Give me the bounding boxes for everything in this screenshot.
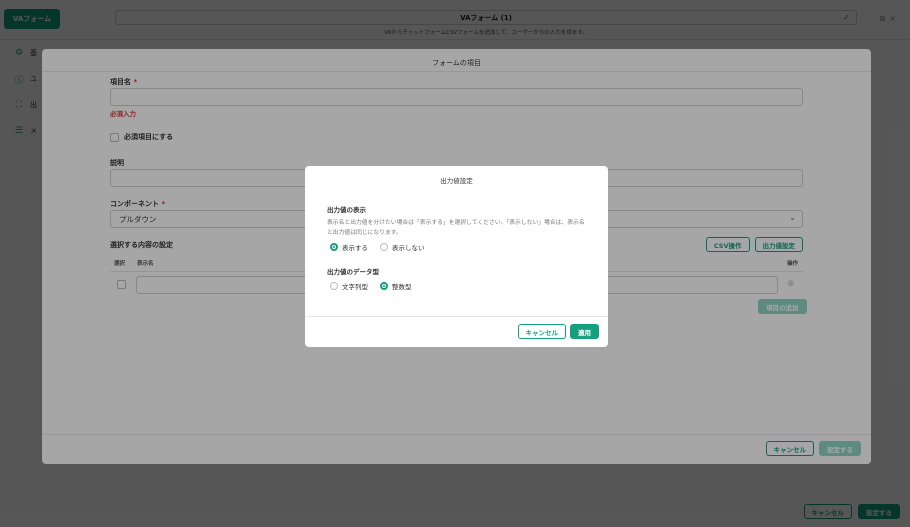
- type-radio-group: 文字列型 整数型: [330, 281, 412, 291]
- radio-display-show[interactable]: 表示する: [330, 242, 368, 252]
- display-description: 表示名と出力値を分けたい場合は「表示する」を選択してください。「表示しない」場合…: [327, 220, 585, 236]
- radio-display-hide[interactable]: 表示しない: [380, 242, 425, 252]
- cancel-button[interactable]: キャンセル: [517, 324, 566, 339]
- radio-selected[interactable]: [380, 282, 388, 290]
- apply-button[interactable]: 適用: [570, 324, 599, 339]
- radio-label: 整数型: [392, 283, 412, 291]
- radio-selected[interactable]: [330, 243, 338, 251]
- dialog-title: 出力値設定: [440, 177, 473, 185]
- radio-label: 表示しない: [392, 244, 425, 252]
- display-section-label: 出力値の表示: [327, 206, 366, 214]
- divider: [305, 316, 608, 317]
- radio-type-string[interactable]: 文字列型: [330, 281, 368, 291]
- type-section-label: 出力値のデータ型: [327, 268, 379, 276]
- radio-label: 文字列型: [342, 283, 368, 291]
- radio-unselected[interactable]: [380, 243, 388, 251]
- radio-type-integer[interactable]: 整数型: [380, 281, 412, 291]
- radio-unselected[interactable]: [330, 282, 338, 290]
- output-settings-dialog: 出力値設定 出力値の表示 表示名と出力値を分けたい場合は「表示する」を選択してく…: [305, 166, 608, 347]
- dialog-footer: キャンセル 適用: [517, 324, 599, 339]
- display-radio-group: 表示する 表示しない: [330, 242, 425, 252]
- radio-label: 表示する: [342, 244, 368, 252]
